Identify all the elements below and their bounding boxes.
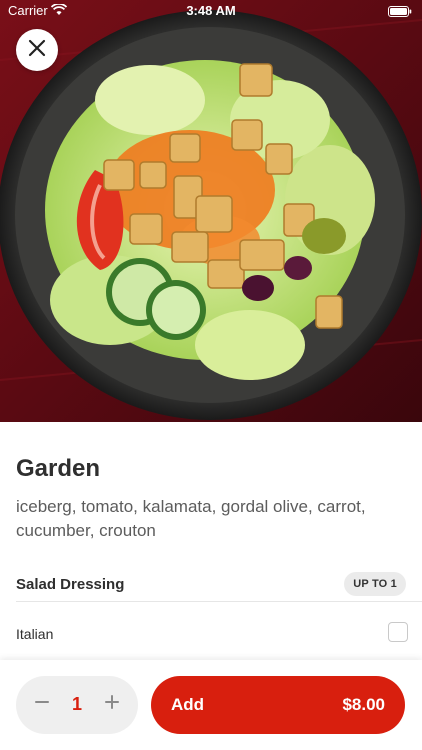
close-icon bbox=[28, 39, 46, 62]
increase-quantity-button[interactable] bbox=[98, 690, 126, 718]
modifier-limit-badge: UP TO 1 bbox=[344, 572, 406, 596]
item-hero-image bbox=[0, 0, 422, 422]
modifier-group-header: Salad Dressing UP TO 1 bbox=[16, 572, 406, 600]
plus-icon bbox=[104, 694, 120, 715]
status-time: 3:48 AM bbox=[186, 3, 236, 18]
modifier-group-title: Salad Dressing bbox=[16, 576, 125, 593]
add-to-cart-bar: 1 Add $8.00 bbox=[0, 660, 422, 750]
quantity-stepper: 1 bbox=[16, 676, 138, 734]
item-description: iceberg, tomato, kalamata, gordal olive,… bbox=[16, 497, 366, 540]
item-title: Garden bbox=[16, 455, 101, 482]
salad-photo bbox=[0, 0, 422, 422]
battery-icon bbox=[388, 5, 412, 17]
modifier-option-label: Italian bbox=[16, 626, 54, 642]
close-button[interactable] bbox=[16, 29, 58, 71]
modifier-option-italian[interactable]: Italian bbox=[16, 617, 408, 651]
option-checkbox[interactable] bbox=[388, 622, 408, 642]
status-bar: Carrier 3:48 AM bbox=[0, 0, 422, 22]
section-divider bbox=[16, 601, 422, 602]
add-button-price: $8.00 bbox=[342, 695, 385, 714]
add-to-cart-button[interactable]: Add $8.00 bbox=[151, 676, 405, 734]
add-button-label: Add bbox=[171, 695, 205, 714]
